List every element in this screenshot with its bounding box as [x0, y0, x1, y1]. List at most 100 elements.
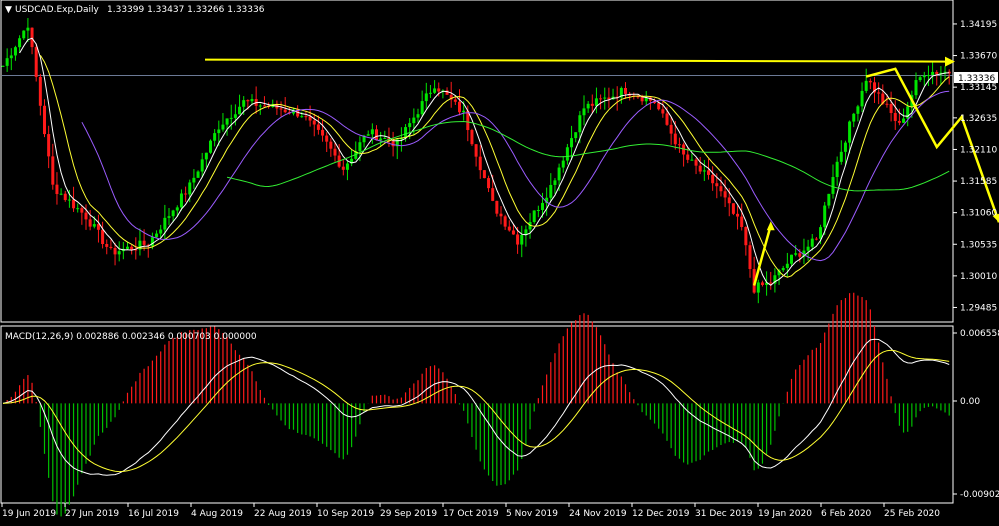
- time-tick-label: 31 Dec 2019: [695, 509, 753, 519]
- candle-body: [462, 110, 466, 113]
- candle-body: [885, 103, 889, 105]
- candle-body: [715, 183, 719, 187]
- candle-body: [868, 80, 872, 83]
- candle-body: [262, 105, 266, 107]
- candle-body: [594, 98, 598, 106]
- candle-body: [167, 216, 171, 218]
- candle-body: [624, 87, 627, 94]
- candle-body: [698, 165, 702, 172]
- time-tick-label: 6 Feb 2020: [821, 509, 872, 519]
- candle-body: [179, 193, 183, 208]
- candle-body: [333, 148, 337, 156]
- chart-menu-arrow-icon[interactable]: ▼: [5, 5, 12, 15]
- candle-body: [565, 147, 569, 161]
- candle-body: [794, 253, 798, 255]
- candle-body: [404, 127, 408, 138]
- candle-body: [175, 207, 179, 211]
- candle-body: [63, 193, 67, 201]
- candle-body: [304, 116, 308, 118]
- candle-body: [806, 246, 810, 251]
- price-tick-label: 1.29485: [960, 303, 997, 313]
- candle-body: [599, 98, 603, 100]
- candle-body: [507, 226, 511, 231]
- candle-body: [553, 180, 557, 185]
- candle-body: [673, 133, 677, 145]
- candle-body: [321, 129, 325, 136]
- price-chart-canvas[interactable]: 1.34195 1.33670 1.33145 1.32635 1.32110 1.315…: [0, 0, 999, 522]
- candle-body: [736, 213, 740, 217]
- candle-body: [574, 132, 578, 139]
- candle-body: [893, 112, 897, 121]
- candle: [482, 170, 486, 179]
- candle-body: [366, 134, 370, 136]
- price-tick-label: 1.32635: [960, 114, 997, 124]
- candle-body: [582, 108, 586, 116]
- candle-body: [686, 154, 690, 160]
- candle-body: [532, 210, 536, 222]
- candle-body: [798, 253, 802, 257]
- candle-body: [487, 178, 491, 189]
- ohlc-header: 1.33399 1.33437 1.33266 1.33336: [107, 5, 265, 15]
- candle-body: [877, 92, 881, 94]
- candle-body: [657, 103, 661, 110]
- candle-body: [383, 138, 387, 140]
- price-tick-label: 1.33145: [960, 83, 997, 93]
- candle-body: [860, 90, 864, 107]
- candle-body: [935, 71, 939, 75]
- candle-body: [769, 282, 773, 284]
- candle-body: [603, 97, 607, 99]
- time-tick-label: 22 Aug 2019: [254, 509, 312, 519]
- time-tick-label: 16 Jul 2019: [128, 509, 179, 519]
- candle-body: [482, 170, 486, 179]
- candle-body: [196, 171, 200, 178]
- candle-body: [92, 224, 96, 227]
- last-price-marker: 1.33336: [954, 72, 998, 84]
- candle-body: [561, 160, 565, 168]
- candle-body: [570, 138, 574, 148]
- candle-body: [781, 268, 785, 271]
- candle-body: [171, 210, 175, 217]
- candle-body: [47, 134, 51, 157]
- time-tick-label: 4 Aug 2019: [191, 509, 243, 519]
- candle-body: [428, 92, 432, 94]
- candle-body: [5, 58, 9, 66]
- candle-body: [43, 105, 46, 135]
- candle-body: [126, 246, 129, 249]
- candle-body: [856, 106, 860, 114]
- candle-body: [458, 101, 461, 113]
- candle-body: [744, 227, 748, 246]
- candle-body: [192, 177, 196, 183]
- candle-body: [18, 38, 22, 48]
- candle-body: [341, 166, 345, 170]
- candle-body: [889, 103, 893, 113]
- symbol-header: USDCAD.Exp,Daily: [15, 5, 99, 15]
- candle-body: [578, 115, 582, 133]
- price-tick-label: 1.30010: [960, 272, 997, 282]
- candle-body: [30, 27, 34, 48]
- candle-body: [922, 75, 926, 78]
- time-tick-label: 17 Oct 2019: [443, 509, 499, 519]
- candle-body: [424, 93, 428, 102]
- candle-body: [184, 193, 188, 195]
- candle-body: [835, 161, 839, 178]
- candle-body: [931, 71, 935, 76]
- candle-body: [495, 200, 499, 214]
- candle-body: [897, 120, 901, 123]
- time-tick-label: 10 Sep 2019: [317, 509, 374, 519]
- last-price-label: 1.33336: [958, 74, 995, 84]
- candle-body: [312, 120, 316, 125]
- time-tick-label: 25 Feb 2020: [884, 509, 940, 519]
- candle-body: [520, 234, 524, 245]
- candle-body: [188, 182, 192, 195]
- candle-body: [209, 140, 212, 153]
- candle-body: [130, 246, 134, 250]
- candle-body: [109, 246, 113, 248]
- time-tick-label: 29 Sep 2019: [380, 509, 437, 519]
- candle-body: [711, 174, 715, 184]
- candle-body: [221, 124, 225, 130]
- candle-body: [67, 199, 71, 201]
- candle-body: [843, 142, 847, 152]
- candle-body: [80, 208, 84, 213]
- price-tick-label: 1.32110: [960, 145, 997, 155]
- candle-body: [453, 99, 457, 102]
